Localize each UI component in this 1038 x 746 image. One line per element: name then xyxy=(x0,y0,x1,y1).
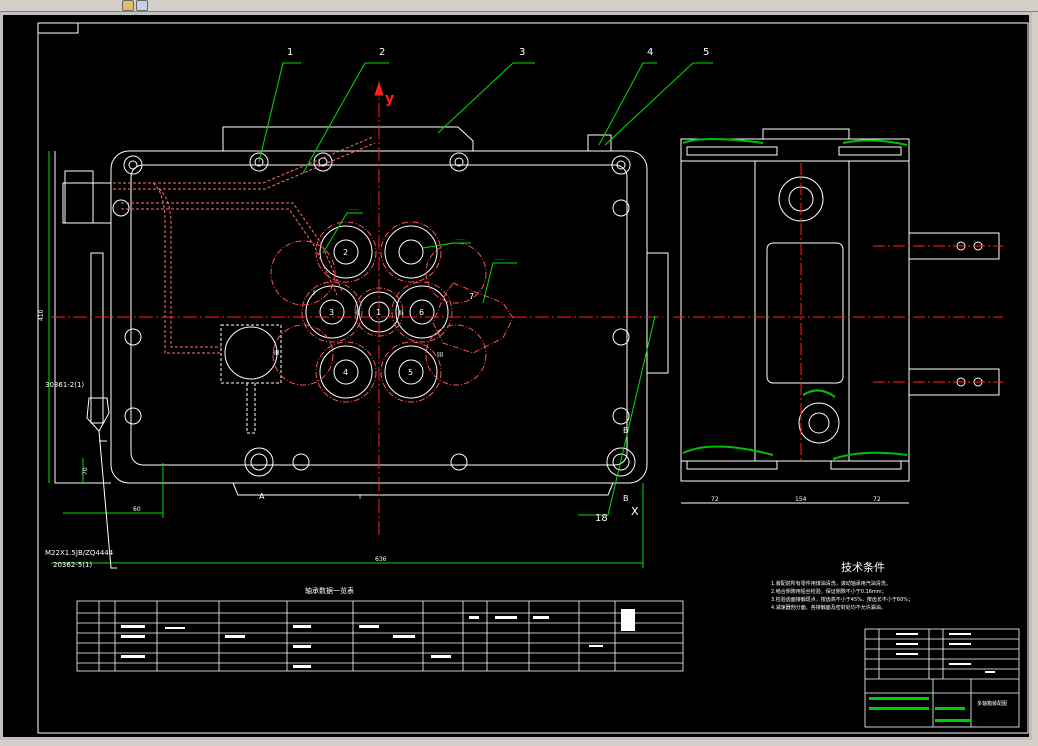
part-number: 1 xyxy=(287,47,293,58)
side-hatching xyxy=(682,138,908,460)
y-axis-label: y xyxy=(385,91,394,107)
section-mark-b2: B xyxy=(623,494,629,503)
corner-label-box xyxy=(38,23,79,34)
roman-mark: III xyxy=(273,349,279,357)
dim-b: 70 xyxy=(82,467,89,475)
roman-mark: I xyxy=(359,493,361,501)
part-number: 5 xyxy=(703,47,709,58)
table-cells xyxy=(121,609,635,668)
dim-height: 410 xyxy=(38,309,45,321)
tech-title: 技术条件 xyxy=(841,560,885,574)
roman-mark: III xyxy=(437,351,443,359)
shaft-number: 4 xyxy=(343,368,348,377)
motor-circle xyxy=(224,326,278,380)
left-label: M22X1.5JB/ZQ4444 xyxy=(45,549,114,557)
x-axis-label: X xyxy=(631,505,639,518)
dim-a: 60 xyxy=(133,506,141,513)
toolbar xyxy=(0,0,1038,12)
part-number: 4 xyxy=(647,47,653,58)
roman-mark: II xyxy=(355,309,359,317)
mounting-holes xyxy=(112,152,636,477)
toolbar-tool-icon[interactable] xyxy=(122,0,134,11)
shaft-number: 7 xyxy=(469,292,474,301)
side-dim: 72 xyxy=(873,496,881,503)
center-lines xyxy=(51,81,663,535)
shaft-number: 3 xyxy=(329,308,334,317)
svg-text:——: —— xyxy=(455,237,465,243)
part-number: 18 xyxy=(595,513,608,524)
dim-width: 636 xyxy=(375,556,387,563)
left-label: 20362-5(1) xyxy=(53,561,92,569)
left-label: 30361-2(1) xyxy=(45,381,84,389)
roman-mark: II xyxy=(399,309,403,317)
tech-note: 3.检验齿面接触斑点，按齿高不小于45%，按齿长不小于60%； xyxy=(771,596,913,603)
drawing-name: 多轴箱装配图 xyxy=(977,700,1007,707)
cad-drawing: —— —— —— 1 2 3 4 5 18 y X A B B I II III I… xyxy=(37,22,1029,734)
toolbar-layer-icon[interactable] xyxy=(136,0,148,11)
svg-text:——: —— xyxy=(495,257,505,263)
left-port xyxy=(64,170,94,224)
side-dim: 72 xyxy=(711,496,719,503)
motor-box xyxy=(220,324,282,384)
vertical-scrollbar[interactable] xyxy=(1032,12,1038,740)
part-number: 2 xyxy=(379,47,385,58)
right-rib xyxy=(647,252,669,374)
title-block-stamps xyxy=(869,697,971,722)
tech-note: 2.啮合侧隙用铅丝检验，保证侧隙不小于0.16mm； xyxy=(771,588,887,595)
horizontal-scrollbar[interactable] xyxy=(0,740,1038,746)
section-mark-a: A xyxy=(259,492,265,501)
bottom-flange xyxy=(232,482,614,496)
title-block xyxy=(864,628,1020,728)
svg-text:——: —— xyxy=(349,207,359,213)
roman-mark: I xyxy=(313,289,315,297)
shaft-number: 2 xyxy=(343,248,348,257)
section-mark-b: B xyxy=(623,426,629,435)
side-outline xyxy=(680,138,910,482)
part-number: 3 xyxy=(519,47,525,58)
gear-pitch-circles xyxy=(270,221,514,403)
shaft-number: 5 xyxy=(408,368,413,377)
sheet-border xyxy=(37,22,1029,734)
table-title: 轴承数据一览表 xyxy=(305,586,354,595)
tech-note: 1.装配前所有零件用煤油清洗，滚动轴承用汽油清洗， xyxy=(771,580,891,587)
leader-tags: —— —— —— xyxy=(349,207,505,263)
shaft-number: 6 xyxy=(419,308,424,317)
side-window xyxy=(766,242,844,384)
drawing-canvas[interactable]: —— —— —— 1 2 3 4 5 18 y X A B B I II III… xyxy=(0,12,1032,740)
shaft-number: 1 xyxy=(376,308,381,317)
side-dim: 154 xyxy=(795,496,807,503)
bearing-table xyxy=(76,600,684,672)
tech-note: 4.减速器剖分面、各接触面及密封处均不允许漏油。 xyxy=(771,604,886,611)
